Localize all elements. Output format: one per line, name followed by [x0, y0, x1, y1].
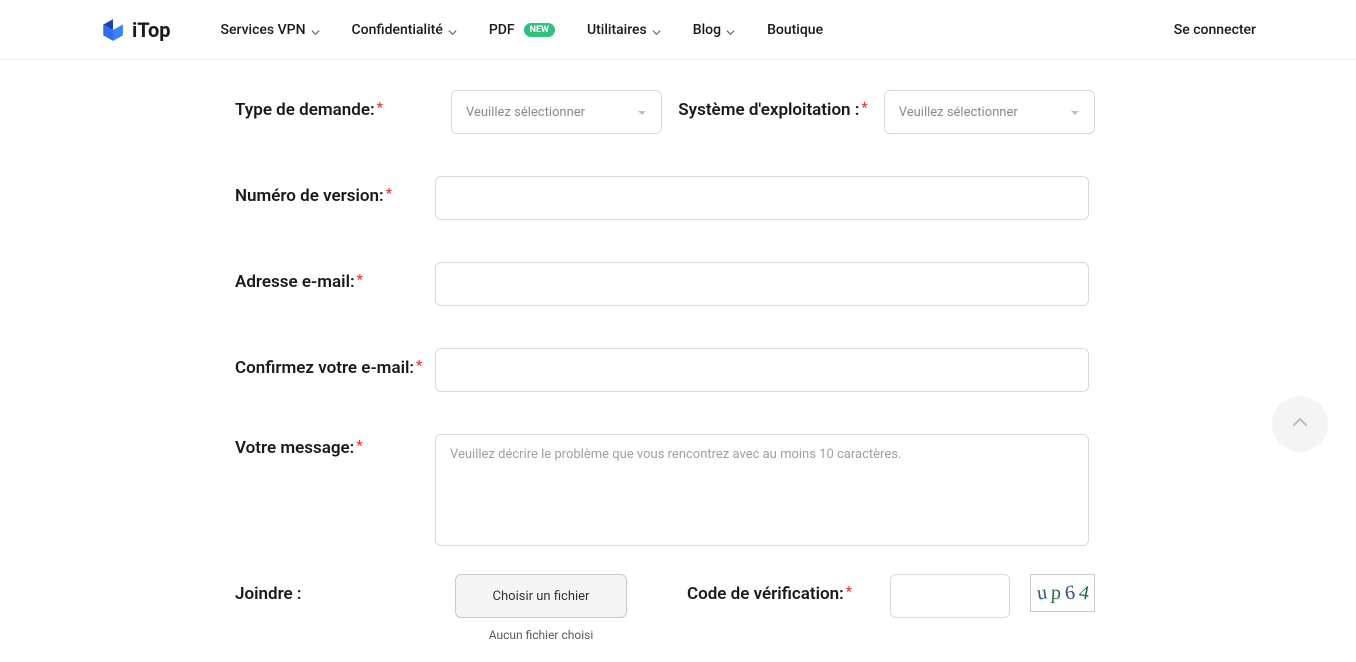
logo-text: iTop: [132, 18, 171, 42]
captcha-image[interactable]: u p 6 4: [1030, 574, 1095, 612]
message-textarea[interactable]: [435, 434, 1089, 546]
email-label: Adresse e-mail:*: [235, 262, 435, 292]
new-badge: NEW: [524, 23, 555, 37]
version-label: Numéro de version:*: [235, 176, 435, 206]
header: iTop Services VPN Confidentialité PDF NE…: [0, 0, 1356, 60]
chevron-up-icon: [1290, 412, 1310, 436]
verify-label: Code de vérification:*: [687, 574, 852, 604]
chevron-down-icon: [726, 25, 735, 34]
chevron-down-icon: [652, 25, 661, 34]
message-label: Votre message:*: [235, 434, 435, 458]
nav-confidentialite[interactable]: Confidentialité: [352, 22, 457, 38]
main-nav: Services VPN Confidentialité PDF NEW Uti…: [221, 22, 1174, 38]
os-label: Système d'exploitation :*: [678, 90, 867, 120]
nav-utilitaires[interactable]: Utilitaires: [587, 22, 661, 38]
choose-file-button[interactable]: Choisir un fichier: [455, 574, 627, 618]
chevron-down-icon: [448, 25, 457, 34]
verify-input[interactable]: [890, 574, 1010, 618]
chevron-down-icon: [311, 25, 320, 34]
os-select[interactable]: Veuillez sélectionner: [884, 90, 1095, 134]
support-form: Type de demande:* Veuillez sélectionner …: [235, 60, 1095, 642]
version-input[interactable]: [435, 176, 1089, 220]
caret-down-icon: [1070, 107, 1080, 117]
request-type-label: Type de demande:*: [235, 90, 435, 120]
nav-blog[interactable]: Blog: [693, 22, 735, 38]
logo-icon: [100, 17, 126, 43]
nav-services-vpn[interactable]: Services VPN: [221, 22, 320, 38]
request-type-select[interactable]: Veuillez sélectionner: [451, 90, 662, 134]
nav-pdf[interactable]: PDF NEW: [489, 22, 555, 38]
login-link[interactable]: Se connecter: [1174, 22, 1256, 38]
email-input[interactable]: [435, 262, 1089, 306]
confirm-email-label: Confirmez votre e-mail:*: [235, 348, 435, 378]
nav-boutique[interactable]: Boutique: [767, 22, 823, 38]
confirm-email-input[interactable]: [435, 348, 1089, 392]
attach-label: Joindre :: [235, 574, 435, 604]
scroll-to-top-button[interactable]: [1272, 396, 1328, 452]
logo[interactable]: iTop: [100, 17, 171, 43]
caret-down-icon: [637, 107, 647, 117]
file-status: Aucun fichier choisi: [455, 628, 627, 642]
